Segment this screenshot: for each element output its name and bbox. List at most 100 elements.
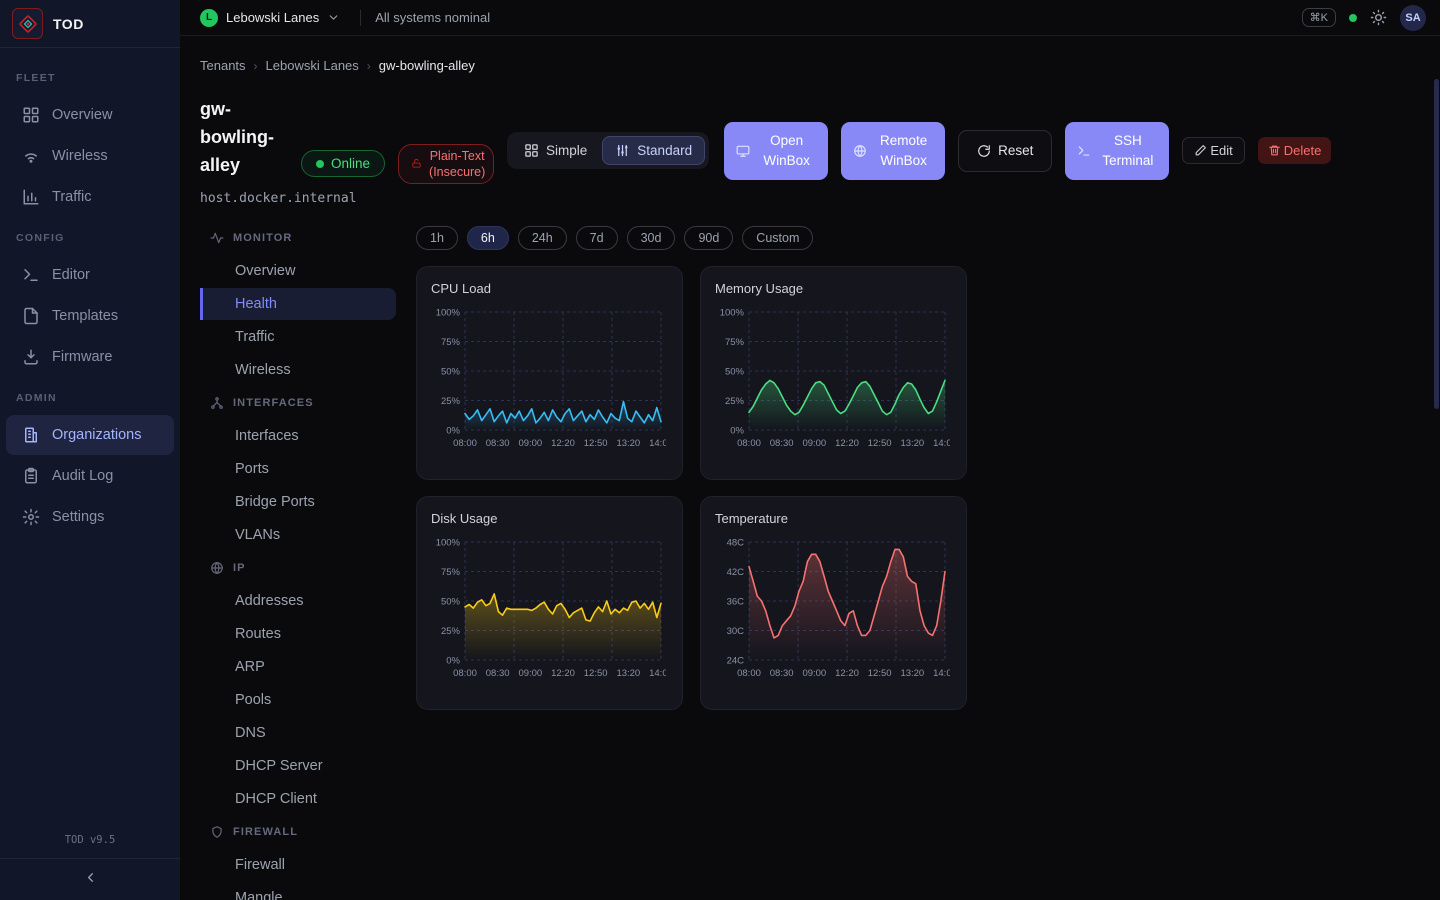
time-range-24h[interactable]: 24h <box>518 226 567 250</box>
time-range-7d[interactable]: 7d <box>576 226 618 250</box>
sidebar-item-overview[interactable]: Overview <box>6 95 174 135</box>
subnav-item-interfaces[interactable]: Interfaces <box>200 420 396 452</box>
subnav-item-vlans[interactable]: VLANs <box>200 519 396 551</box>
main-area: L Lebowski Lanes All systems nominal ⌘K … <box>180 0 1440 900</box>
breadcrumb-gw-bowling-alley: gw-bowling-alley <box>379 58 475 73</box>
subnav-item-addresses[interactable]: Addresses <box>200 585 396 617</box>
time-range-6h[interactable]: 6h <box>467 226 509 250</box>
svg-text:25%: 25% <box>441 396 461 407</box>
svg-text:75%: 75% <box>441 567 461 578</box>
insecure-badge: Plain-Text (Insecure) <box>398 144 494 184</box>
svg-text:14:00: 14:00 <box>933 438 950 449</box>
subnav-item-firewall[interactable]: Firewall <box>200 849 396 881</box>
sidebar-item-settings[interactable]: Settings <box>6 497 174 537</box>
user-avatar[interactable]: SA <box>1400 5 1426 31</box>
time-range-custom[interactable]: Custom <box>742 226 813 250</box>
svg-text:13:20: 13:20 <box>616 438 640 449</box>
svg-text:12:50: 12:50 <box>584 668 608 679</box>
sidebar-section-admin: ADMIN <box>0 378 180 414</box>
svg-text:12:50: 12:50 <box>868 438 892 449</box>
online-label: Online <box>331 156 370 171</box>
view-mode-standard[interactable]: Standard <box>602 136 705 165</box>
ssh-terminal-button[interactable]: SSH Terminal <box>1065 122 1169 180</box>
time-range-90d[interactable]: 90d <box>684 226 733 250</box>
command-palette-shortcut[interactable]: ⌘K <box>1302 8 1336 27</box>
svg-text:13:20: 13:20 <box>900 668 924 679</box>
chart-cpu-load: 100%75%50%25%0%08:0008:3009:0012:2012:50… <box>431 302 666 466</box>
hierarchy-icon <box>210 396 224 410</box>
sidebar-item-templates[interactable]: Templates <box>6 296 174 336</box>
subnav-group-label: INTERFACES <box>233 397 314 409</box>
sidebar-item-label: Firmware <box>52 349 112 365</box>
svg-text:100%: 100% <box>436 538 461 549</box>
svg-text:09:00: 09:00 <box>802 668 826 679</box>
pencil-icon <box>1194 144 1207 157</box>
sidebar-header: TOD <box>0 0 180 48</box>
subnav-item-pools[interactable]: Pools <box>200 684 396 716</box>
subnav-item-ports[interactable]: Ports <box>200 453 396 485</box>
view-mode-simple[interactable]: Simple <box>511 136 600 165</box>
sidebar-item-label: Organizations <box>52 427 141 443</box>
sidebar-item-editor[interactable]: Editor <box>6 255 174 295</box>
time-range-30d[interactable]: 30d <box>627 226 676 250</box>
sidebar-item-organizations[interactable]: Organizations <box>6 415 174 455</box>
subnav-item-dhcp-server[interactable]: DHCP Server <box>200 750 396 782</box>
activity-icon <box>210 231 224 245</box>
chart-title: CPU Load <box>431 281 668 296</box>
subnav-item-mangle[interactable]: Mangle <box>200 882 396 900</box>
svg-text:08:00: 08:00 <box>737 668 761 679</box>
device-host: host.docker.internal <box>200 191 288 206</box>
page-content: Tenants›Lebowski Lanes›gw-bowling-alley … <box>180 36 1440 900</box>
svg-text:08:30: 08:30 <box>770 438 794 449</box>
sidebar-item-wireless[interactable]: Wireless <box>6 136 174 176</box>
subnav-group-label: FIREWALL <box>233 826 298 838</box>
svg-text:08:00: 08:00 <box>453 668 477 679</box>
subnav-group-firewall: FIREWALL <box>200 816 396 848</box>
breadcrumb-tenants[interactable]: Tenants <box>200 58 246 73</box>
sidebar-item-label: Wireless <box>52 148 108 164</box>
subnav-item-health[interactable]: Health <box>200 288 396 320</box>
svg-text:12:20: 12:20 <box>835 438 859 449</box>
scrollbar-thumb[interactable] <box>1434 79 1439 409</box>
app-title: TOD <box>53 16 84 32</box>
svg-text:30C: 30C <box>727 626 745 637</box>
sidebar-item-audit-log[interactable]: Audit Log <box>6 456 174 496</box>
delete-button[interactable]: Delete <box>1258 137 1332 164</box>
sidebar-collapse-button[interactable] <box>0 858 180 896</box>
edit-button[interactable]: Edit <box>1182 137 1244 164</box>
status-badge-online: Online <box>301 150 385 177</box>
subnav-item-overview[interactable]: Overview <box>200 255 396 287</box>
subnav-item-dhcp-client[interactable]: DHCP Client <box>200 783 396 815</box>
time-range-1h[interactable]: 1h <box>416 226 458 250</box>
reset-button[interactable]: Reset <box>958 130 1052 172</box>
chevron-left-icon <box>83 870 98 885</box>
sidebar-item-traffic[interactable]: Traffic <box>6 177 174 217</box>
theme-toggle-sun-icon[interactable] <box>1370 9 1387 26</box>
tenant-switcher[interactable]: L Lebowski Lanes <box>194 5 346 31</box>
subnav-item-bridge-ports[interactable]: Bridge Ports <box>200 486 396 518</box>
subnav-item-dns[interactable]: DNS <box>200 717 396 749</box>
svg-text:08:30: 08:30 <box>486 438 510 449</box>
subnav-item-traffic[interactable]: Traffic <box>200 321 396 353</box>
view-mode-label: Standard <box>637 143 692 158</box>
chart-title: Temperature <box>715 511 952 526</box>
file-icon <box>22 307 40 325</box>
svg-text:0%: 0% <box>446 656 460 667</box>
terminal-icon <box>1077 144 1091 158</box>
sidebar-item-label: Overview <box>52 107 112 123</box>
svg-text:25%: 25% <box>725 396 745 407</box>
remote-winbox-button[interactable]: Remote WinBox <box>841 122 945 180</box>
subnav-item-routes[interactable]: Routes <box>200 618 396 650</box>
sidebar-item-firmware[interactable]: Firmware <box>6 337 174 377</box>
sidebar-footer: TOD v9.5 <box>0 824 180 900</box>
subnav-item-arp[interactable]: ARP <box>200 651 396 683</box>
insecure-label: Plain-Text (Insecure) <box>429 148 485 180</box>
button-label: Reset <box>998 143 1033 158</box>
connection-status-dot <box>1349 14 1357 22</box>
breadcrumb-lebowski-lanes[interactable]: Lebowski Lanes <box>266 58 359 73</box>
open-winbox-button[interactable]: Open WinBox <box>724 122 828 180</box>
tenant-avatar: L <box>200 9 218 27</box>
grid-icon <box>22 106 40 124</box>
subnav-item-wireless[interactable]: Wireless <box>200 354 396 386</box>
subnav-group-monitor: MONITOR <box>200 222 396 254</box>
